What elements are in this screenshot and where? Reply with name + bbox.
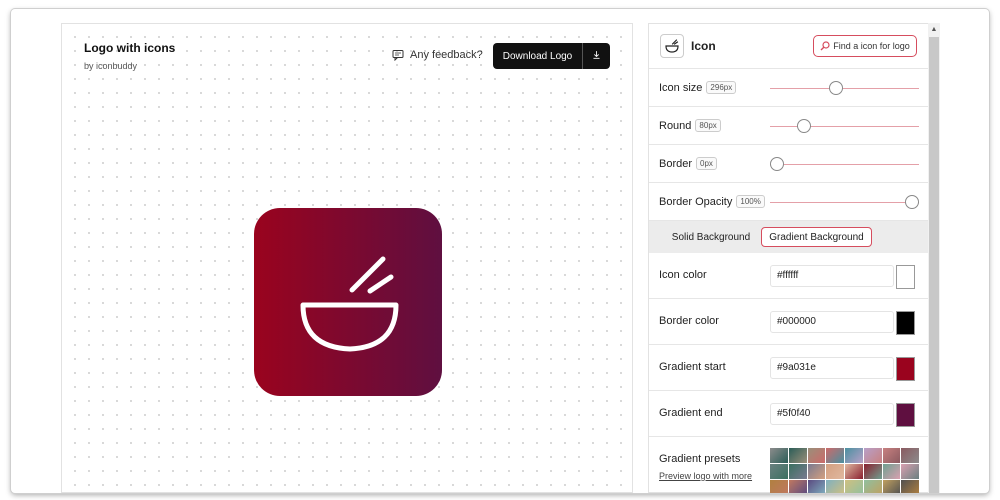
preview-more-link[interactable]: Preview logo with more — [659, 471, 752, 481]
canvas-title: Logo with icons — [84, 41, 176, 55]
icon-size-slider[interactable] — [770, 81, 919, 95]
gradient-preset-swatch[interactable] — [826, 480, 844, 493]
gradient-preset-swatch[interactable] — [882, 480, 901, 493]
gradient-preset-swatch[interactable] — [788, 464, 807, 479]
gradient-preset-swatch[interactable] — [882, 464, 901, 479]
border-color-row: Border color #000000 — [649, 299, 929, 345]
border-label: Border — [659, 157, 693, 170]
feedback-label: Any feedback? — [410, 49, 483, 61]
gradient-start-row: Gradient start #9a031e — [649, 345, 929, 391]
gradient-preset-swatch[interactable] — [788, 480, 807, 493]
tab-gradient-background[interactable]: Gradient Background — [761, 227, 872, 247]
border-row: Border 0px — [649, 145, 929, 183]
gradient-preset-swatch[interactable] — [826, 464, 844, 479]
gradient-preset-swatch[interactable] — [788, 448, 807, 463]
border-slider[interactable] — [770, 157, 919, 171]
gradient-preset-swatch[interactable] — [770, 464, 788, 479]
app-window: Logo with icons by iconbuddy Any feedbac… — [11, 9, 989, 493]
border-color-label: Border color — [659, 315, 719, 327]
round-label: Round — [659, 119, 692, 132]
round-slider[interactable] — [770, 119, 919, 133]
gradient-preset-swatch[interactable] — [807, 448, 826, 463]
icon-size-value: 296px — [706, 81, 737, 94]
border-opacity-label: Border Opacity — [659, 195, 733, 208]
find-icon-label: Find a icon for logo — [833, 41, 910, 51]
gradient-start-label: Gradient start — [659, 361, 726, 373]
panel-scrollbar[interactable]: ▲ — [928, 23, 940, 493]
feedback-icon — [392, 50, 404, 61]
scroll-up-arrow-icon[interactable]: ▲ — [928, 23, 940, 37]
icon-size-label: Icon size — [659, 81, 703, 94]
gradient-preset-swatch[interactable] — [863, 480, 882, 493]
download-logo-button[interactable]: Download Logo — [493, 43, 610, 69]
border-color-swatch[interactable] — [896, 311, 915, 335]
gradient-preset-swatch[interactable] — [901, 480, 919, 493]
gradient-start-swatch[interactable] — [896, 357, 915, 381]
border-value: 0px — [696, 157, 717, 170]
gradient-end-label: Gradient end — [659, 407, 723, 419]
gradient-start-input[interactable]: #9a031e — [770, 357, 894, 379]
gradient-preset-swatch[interactable] — [845, 480, 863, 493]
noodle-bowl-icon — [665, 39, 679, 53]
border-opacity-value: 100% — [736, 195, 765, 208]
icon-color-label: Icon color — [659, 269, 707, 281]
gradient-preset-swatch[interactable] — [826, 448, 844, 463]
settings-panel: Icon Find a icon for logo Icon size 296px… — [648, 23, 940, 493]
panel-header: Icon Find a icon for logo — [649, 24, 929, 69]
border-opacity-slider-handle[interactable] — [904, 195, 919, 209]
search-icon — [820, 41, 830, 51]
download-logo-label: Download Logo — [502, 50, 573, 62]
gradient-presets-label: Gradient presets — [659, 453, 741, 465]
gradient-end-input[interactable]: #5f0f40 — [770, 403, 894, 425]
icon-color-input[interactable]: #ffffff — [770, 265, 894, 287]
icon-color-swatch[interactable] — [896, 265, 915, 289]
gradient-preset-swatch[interactable] — [882, 448, 901, 463]
gradient-preset-swatch[interactable] — [901, 448, 919, 463]
gradient-preset-swatch[interactable] — [770, 448, 788, 463]
border-opacity-slider[interactable] — [770, 195, 919, 209]
border-slider-handle[interactable] — [770, 157, 785, 171]
icon-size-row: Icon size 296px — [649, 69, 929, 107]
icon-color-row: Icon color #ffffff — [649, 253, 929, 299]
gradient-preset-swatch[interactable] — [863, 448, 882, 463]
gradient-presets-grid — [770, 448, 919, 493]
gradient-preset-swatch[interactable] — [770, 480, 788, 493]
gradient-end-row: Gradient end #5f0f40 — [649, 391, 929, 437]
gradient-preset-swatch[interactable] — [807, 464, 826, 479]
gradient-preset-swatch[interactable] — [901, 464, 919, 479]
background-tabs: Solid Background Gradient Background — [649, 221, 929, 253]
icon-size-slider-handle[interactable] — [828, 81, 843, 95]
border-opacity-row: Border Opacity 100% — [649, 183, 929, 221]
gradient-preset-swatch[interactable] — [845, 448, 863, 463]
tab-solid-background[interactable]: Solid Background — [659, 227, 763, 247]
round-row: Round 80px — [649, 107, 929, 145]
feedback-link[interactable]: Any feedback? — [392, 49, 483, 61]
round-slider-handle[interactable] — [797, 119, 812, 133]
gradient-end-swatch[interactable] — [896, 403, 915, 427]
canvas-byline[interactable]: by iconbuddy — [84, 61, 137, 71]
gradient-preset-swatch[interactable] — [863, 464, 882, 479]
scrollbar-thumb[interactable] — [929, 37, 939, 493]
gradient-preset-swatch[interactable] — [845, 464, 863, 479]
logo-canvas: Logo with icons by iconbuddy Any feedbac… — [61, 23, 633, 493]
round-value: 80px — [695, 119, 721, 132]
logo-preview — [254, 208, 442, 396]
border-color-input[interactable]: #000000 — [770, 311, 894, 333]
gradient-preset-swatch[interactable] — [807, 480, 826, 493]
noodle-bowl-icon — [300, 256, 399, 352]
selected-icon-thumbnail[interactable] — [660, 34, 684, 58]
panel-title: Icon — [691, 39, 716, 53]
find-icon-button[interactable]: Find a icon for logo — [813, 35, 917, 57]
download-arrow-icon[interactable] — [583, 51, 610, 61]
